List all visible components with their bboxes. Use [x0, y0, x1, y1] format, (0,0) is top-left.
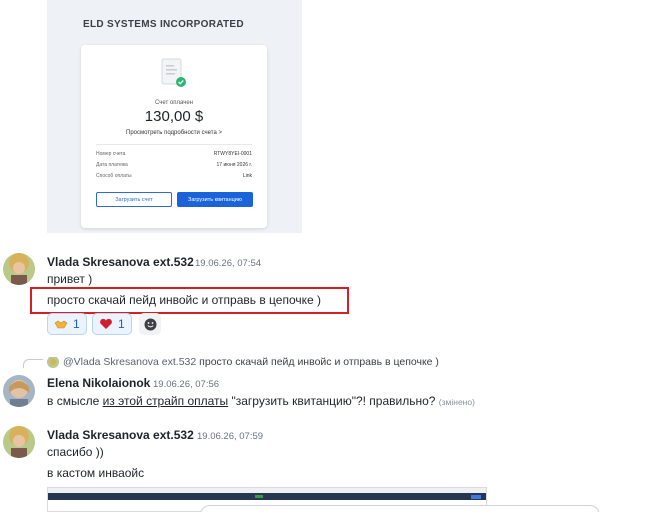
highlight-annotation	[30, 287, 349, 314]
reaction-heart[interactable]: 1	[92, 313, 132, 335]
invoice-card: Счет оплачен 130,00 $ Просмотреть подроб…	[81, 45, 267, 228]
invoice-row-value: RTWY8YEI-0001	[213, 151, 252, 157]
invoice-paid-label: Счет оплачен	[154, 100, 193, 106]
invoice-row-value: Link	[242, 173, 252, 179]
invoice-row-label: Номер счета	[96, 151, 126, 157]
avatar-image	[3, 375, 35, 407]
message-timestamp: 19.06.26, 07:59	[197, 431, 264, 442]
avatar-image	[3, 426, 35, 458]
message-timestamp: 19.06.26, 07:54	[195, 258, 262, 269]
reply-quote[interactable]: @Vlada Skresanova ext.532 просто скачай …	[63, 356, 439, 368]
add-reaction-button[interactable]	[139, 313, 161, 335]
download-receipt-button[interactable]: Загрузить квитанцию	[177, 192, 253, 207]
invoice-divider	[96, 144, 252, 145]
action-chip	[471, 494, 481, 499]
reply-quote-text: просто скачай пейд инвойс и отправь в це…	[199, 356, 439, 368]
edited-label: (змінено)	[438, 397, 475, 407]
status-chip	[255, 495, 263, 498]
message-text-part: "загрузить квитанцию"?! правильно?	[228, 394, 436, 408]
message-author[interactable]: Vlada Skresanova ext.532	[47, 255, 194, 269]
message-text: в смысле из этой страйп оплаты "загрузит…	[47, 394, 475, 408]
reaction-count: 1	[73, 317, 80, 331]
avatar-image	[47, 357, 59, 368]
sheet-data-row	[48, 493, 486, 500]
invoice-preview-image[interactable]: ELD SYSTEMS INCORPORATED Счет оплачен 13…	[47, 0, 302, 233]
reply-mention[interactable]: @Vlada Skresanova ext.532	[63, 356, 196, 368]
message-author[interactable]: Vlada Skresanova ext.532	[47, 428, 194, 442]
smiley-icon	[144, 318, 156, 330]
avatar[interactable]	[3, 426, 35, 458]
message-text: спасибо ))	[47, 445, 104, 459]
message-timestamp: 19.06.26, 07:56	[153, 379, 220, 390]
document-paid-icon	[161, 58, 186, 87]
message-text-part: в смысле	[47, 394, 103, 408]
download-invoice-button[interactable]: Загрузить счет	[96, 192, 172, 207]
reply-avatar	[47, 356, 59, 368]
reaction-handshake[interactable]: 1	[47, 313, 87, 335]
avatar-image	[3, 253, 35, 285]
invoice-row-method: Способ оплаты Link	[96, 173, 252, 182]
invoice-row-label: Дата платежа	[96, 162, 128, 168]
handshake-icon	[54, 320, 68, 329]
reply-connector	[23, 359, 43, 368]
avatar[interactable]	[3, 253, 35, 285]
message-link[interactable]: из этой страйп оплаты	[103, 394, 229, 408]
invoice-row-number: Номер счета RTWY8YEI-0001	[96, 151, 252, 160]
invoice-amount: 130,00 $	[144, 108, 204, 125]
invoice-row-date: Дата платежа 17 июня 2026 г.	[96, 162, 252, 171]
avatar[interactable]	[3, 375, 35, 407]
floating-panel	[200, 505, 600, 512]
invoice-company-name: ELD SYSTEMS INCORPORATED	[83, 19, 244, 30]
invoice-row-label: Способ оплаты	[96, 173, 132, 179]
message-text: в кастом инваойс	[47, 466, 145, 480]
message-author[interactable]: Elena Nikolaionok	[47, 376, 150, 390]
reaction-count: 1	[118, 317, 125, 331]
invoice-details-link[interactable]: Просмотреть подробности счета >	[81, 130, 267, 136]
message-text: привет )	[47, 272, 93, 286]
invoice-row-value: 17 июня 2026 г.	[216, 162, 252, 168]
heart-icon	[100, 318, 112, 329]
